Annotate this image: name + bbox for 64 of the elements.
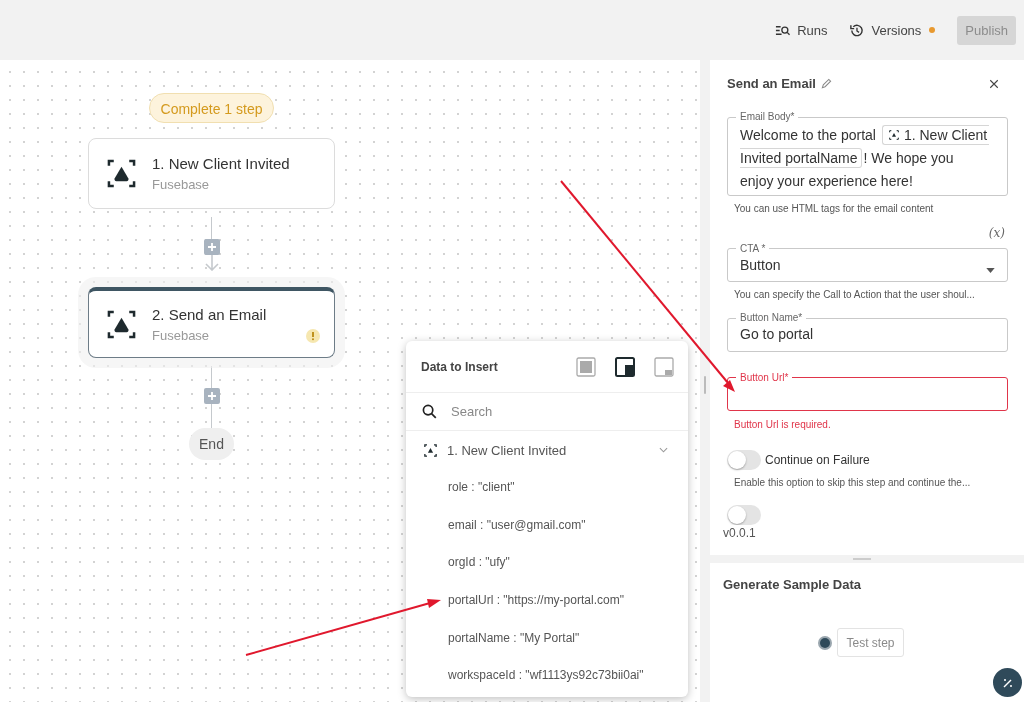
toggle-switch[interactable] bbox=[727, 450, 761, 470]
data-field-item[interactable]: workspaceId : "wf1113ys92c73bii0ai" bbox=[406, 657, 688, 696]
add-step-icon[interactable] bbox=[203, 239, 220, 255]
app-logo-icon bbox=[107, 159, 136, 188]
search-icon bbox=[422, 404, 437, 419]
section-title: Generate Sample Data bbox=[723, 577, 862, 592]
field-label: Button Name* bbox=[739, 312, 804, 325]
variable-chip[interactable]: 1. New Client bbox=[881, 124, 990, 145]
node-app: Fusebase bbox=[152, 327, 211, 343]
chevron-icon bbox=[659, 447, 668, 453]
error-message: Button Url is required. bbox=[734, 419, 832, 430]
variable-chip[interactable]: Invited portalName bbox=[740, 147, 862, 168]
text-input[interactable]: Go to portal bbox=[740, 326, 995, 343]
field-label: CTA * bbox=[739, 242, 767, 255]
data-field-item[interactable]: portalName : "My Portal" bbox=[406, 619, 688, 658]
status-indicator bbox=[820, 637, 831, 648]
button-url-field[interactable]: Button Url* bbox=[727, 371, 1008, 411]
data-field-item[interactable]: portalUrl : "https://my-portal.com" bbox=[406, 582, 688, 620]
toggle-label: Continue on Failure bbox=[765, 453, 870, 467]
body-text: enjoy your experience here! bbox=[740, 172, 913, 189]
status-badge: Complete 1 step bbox=[148, 93, 275, 123]
email-body-field[interactable]: Email Body* Welcome to the portal 1. New Client Invited portalName ! We hope you enjoy your experience here! bbox=[727, 111, 1008, 196]
step-node[interactable]: 1. New Client Invited Fusebase bbox=[88, 138, 335, 209]
body-text: Welcome to the portal bbox=[740, 126, 876, 143]
connector-arrow-icon bbox=[204, 255, 219, 271]
add-step-icon[interactable] bbox=[203, 388, 220, 404]
app-logo-icon bbox=[107, 309, 136, 339]
field-label: Email Body* bbox=[739, 111, 796, 124]
search-field[interactable]: Search bbox=[449, 403, 672, 420]
magic-wand-button[interactable] bbox=[993, 668, 1022, 697]
step-node[interactable]: 2. Send an Email Fusebase bbox=[88, 287, 335, 358]
app-logo-icon bbox=[888, 129, 899, 140]
helper-text: Enable this option to skip this step and continue the... bbox=[734, 477, 972, 488]
select-value: Button bbox=[740, 257, 781, 274]
edit-icon[interactable] bbox=[820, 78, 832, 89]
end-node: End bbox=[189, 428, 234, 460]
data-field-item[interactable]: orgId : "ufy" bbox=[406, 544, 688, 583]
data-field-item[interactable]: role : "client" bbox=[406, 469, 688, 507]
helper-text: You can use HTML tags for the email content bbox=[734, 202, 935, 214]
panel-title: Send an Email bbox=[727, 76, 816, 91]
popup-title: Data to Insert bbox=[421, 359, 498, 374]
helper-text: You can specify the Call to Action that the user shoul... bbox=[734, 289, 976, 301]
cta-select[interactable]: CTA * Button bbox=[727, 242, 1008, 283]
node-title: 2. Send an Email bbox=[152, 305, 267, 323]
body-text: ! We hope you bbox=[863, 149, 954, 166]
history-icon bbox=[849, 22, 865, 38]
node-title: 1. New Client Invited bbox=[152, 155, 290, 172]
data-group[interactable]: 1. New Client Invited bbox=[406, 431, 688, 469]
app-logo-icon bbox=[424, 443, 437, 457]
button-name-field[interactable]: Button Name* Go to portal bbox=[727, 312, 1008, 352]
data-field-item[interactable]: email : "user@gmail.com" bbox=[406, 506, 688, 545]
toggle-switch[interactable] bbox=[727, 505, 761, 525]
magic-wand-icon bbox=[1001, 676, 1014, 689]
version-label: v0.0.1 bbox=[723, 526, 756, 540]
field-label: Button Url* bbox=[739, 371, 790, 384]
variable-toggle[interactable]: (x) bbox=[988, 225, 1005, 240]
layout-icon[interactable] bbox=[615, 356, 635, 377]
runs-button[interactable]: Runs bbox=[775, 22, 828, 38]
test-step-button[interactable]: Test step bbox=[837, 628, 904, 657]
node-app: Fusebase bbox=[152, 177, 211, 192]
caret-icon bbox=[986, 267, 995, 273]
group-title: 1. New Client Invited bbox=[447, 442, 567, 458]
versions-button[interactable]: Versions bbox=[849, 22, 936, 38]
close-icon[interactable] bbox=[989, 78, 999, 89]
